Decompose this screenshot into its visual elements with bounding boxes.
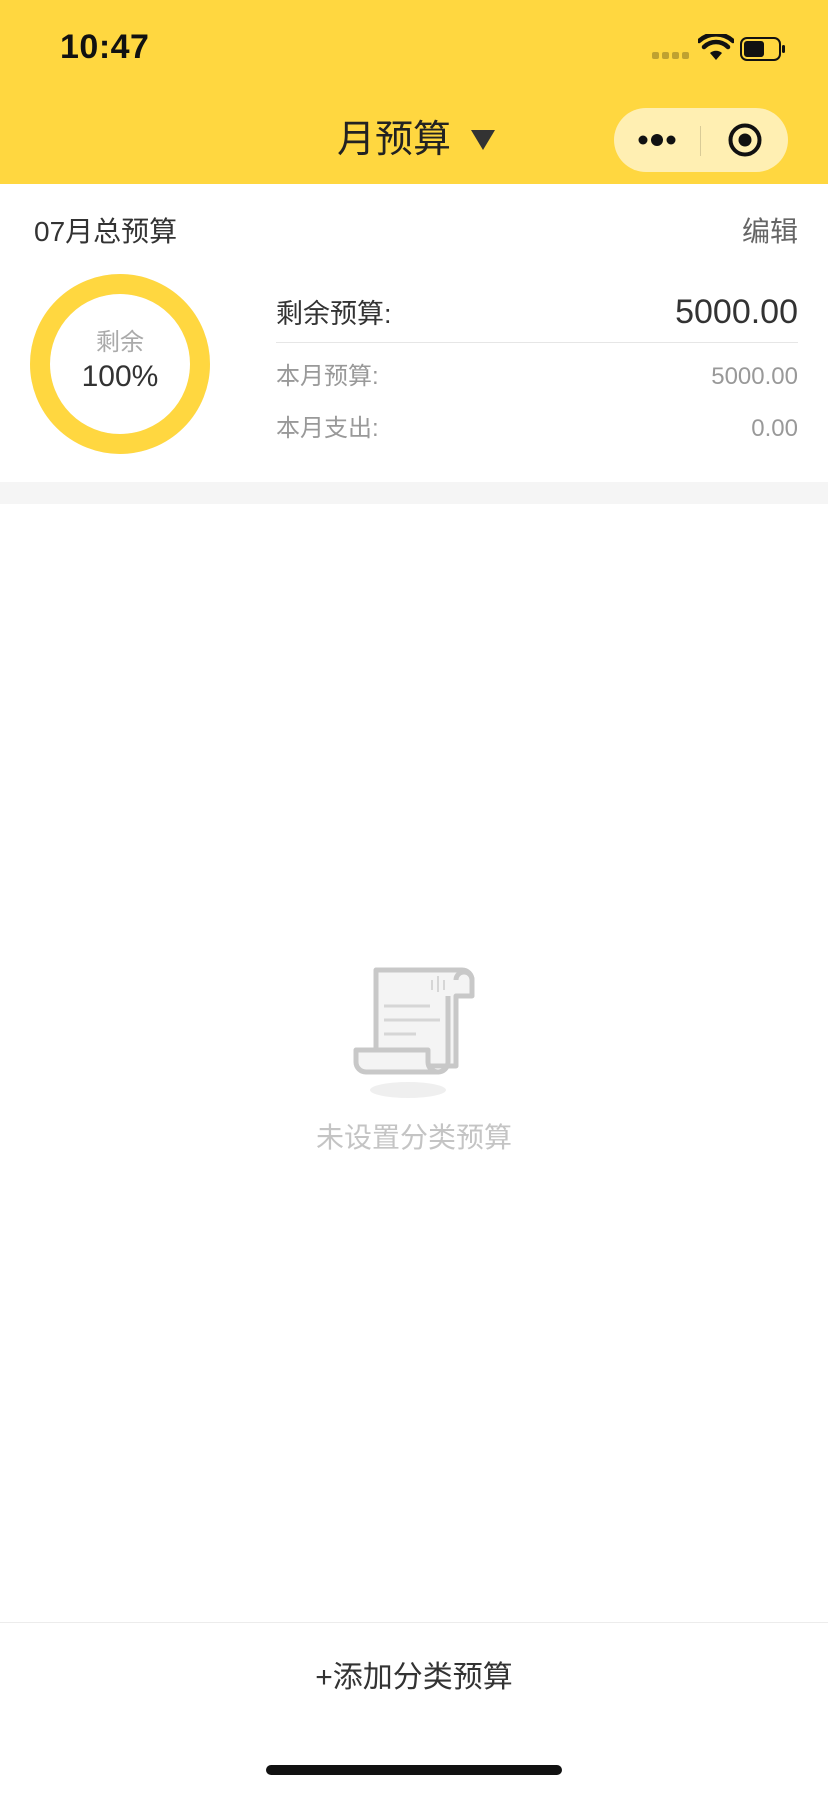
remaining-budget-row: 剩余预算: 5000.00 <box>276 292 798 343</box>
add-category-budget-button[interactable]: +添加分类预算 <box>0 1647 828 1709</box>
home-indicator <box>266 1765 562 1775</box>
more-button[interactable] <box>614 108 700 172</box>
close-button[interactable] <box>701 108 788 172</box>
header: 10:47 月预算 <box>0 0 828 184</box>
budget-summary-card: 07月总预算 编辑 剩余 100% 剩余预算: 5000.00 本月预算: 50… <box>0 184 828 482</box>
remaining-budget-label: 剩余预算: <box>276 299 392 329</box>
status-time: 10:47 <box>60 28 150 66</box>
target-close-icon <box>728 123 761 157</box>
receipt-scroll-icon <box>353 967 475 1098</box>
battery-icon <box>740 37 785 61</box>
month-title: 07月总预算 <box>34 216 178 247</box>
ring-label: 剩余 <box>96 329 144 356</box>
caret-down-icon <box>471 130 495 150</box>
month-expense-label: 本月支出: <box>276 415 379 442</box>
nav-title-text: 月预算 <box>336 119 451 161</box>
bottom-bar: +添加分类预算 <box>0 1622 828 1793</box>
month-budget-row: 本月预算: 5000.00 <box>276 356 798 396</box>
remaining-budget-value: 5000.00 <box>675 293 798 331</box>
wifi-icon <box>698 34 734 60</box>
month-expense-row: 本月支出: 0.00 <box>276 408 798 448</box>
month-budget-label: 本月预算: <box>276 363 379 390</box>
more-dots-icon <box>638 134 676 146</box>
month-expense-value: 0.00 <box>751 415 798 442</box>
mini-program-capsule <box>614 108 788 172</box>
signal-icon <box>652 52 690 62</box>
empty-state-text: 未设置分类预算 <box>315 1122 512 1153</box>
section-divider <box>0 482 828 504</box>
ring-percent: 100% <box>81 360 159 393</box>
edit-button[interactable]: 编辑 <box>742 210 798 250</box>
month-budget-value: 5000.00 <box>711 363 798 390</box>
